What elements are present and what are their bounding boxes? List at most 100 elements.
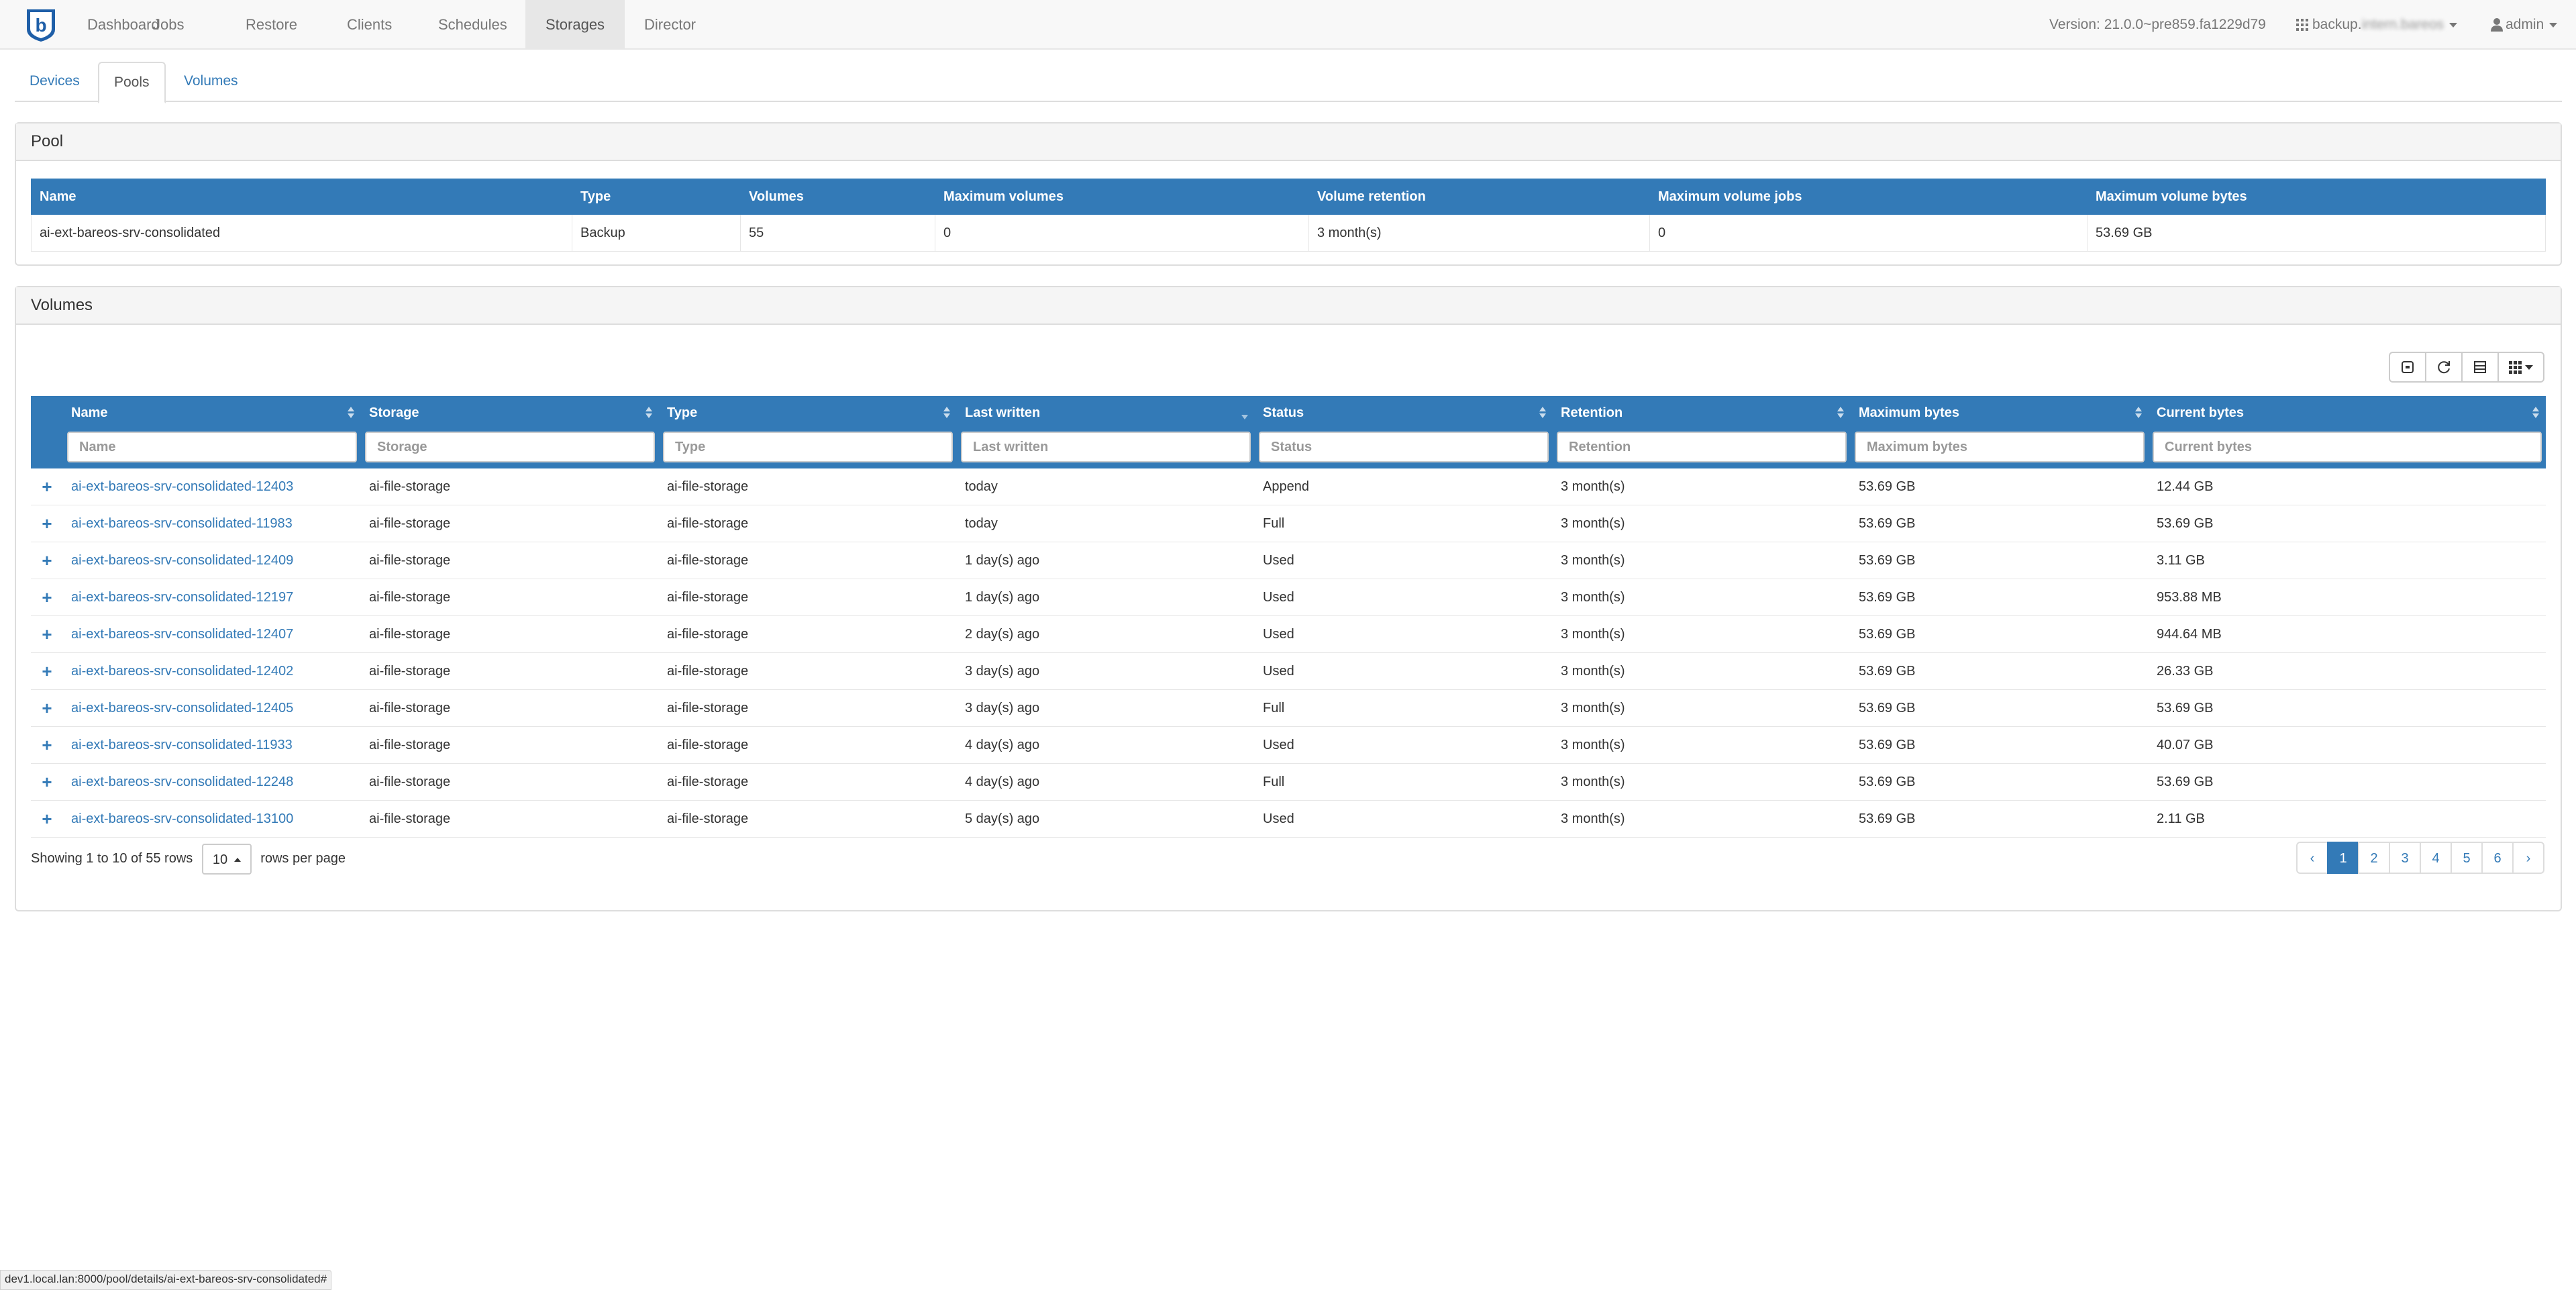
volume-link[interactable]: ai-ext-bareos-srv-consolidated-11933 [71,738,293,752]
volume-cell: 40.07 GB [2149,726,2546,764]
expand-cell[interactable]: + [31,542,63,579]
plus-icon[interactable]: + [42,513,52,534]
plus-icon[interactable]: + [42,477,52,497]
volumes-column-header[interactable]: Type [659,396,957,430]
tab-devices[interactable]: Devices [15,62,95,102]
volume-name-cell[interactable]: ai-ext-bareos-srv-consolidated-11983 [63,505,361,542]
volume-cell: 3 month(s) [1553,468,1851,505]
volume-name-cell[interactable]: ai-ext-bareos-srv-consolidated-12407 [63,615,361,653]
tab-volumes[interactable]: Volumes [169,62,253,102]
volume-cell: 3 month(s) [1553,579,1851,616]
expand-cell[interactable]: + [31,763,63,801]
plus-icon[interactable]: + [42,698,52,718]
plus-icon[interactable]: + [42,624,52,644]
expand-cell[interactable]: + [31,505,63,542]
volume-name-cell[interactable]: ai-ext-bareos-srv-consolidated-12405 [63,689,361,727]
volumes-column-header[interactable]: Status [1255,396,1553,430]
sort-icon[interactable] [2135,407,2142,419]
page-button[interactable]: 2 [2358,842,2390,874]
plus-icon[interactable]: + [42,587,52,607]
volume-link[interactable]: ai-ext-bareos-srv-consolidated-12409 [71,553,293,568]
plus-icon[interactable]: + [42,735,52,755]
nav-item-storages[interactable]: Storages [525,0,625,48]
toggle-pagination-button[interactable] [2389,352,2426,383]
user-menu[interactable]: admin [2491,0,2558,48]
volume-cell: 3 month(s) [1553,800,1851,838]
page-button[interactable]: 3 [2389,842,2421,874]
expand-cell[interactable]: + [31,689,63,727]
plus-icon[interactable]: + [42,550,52,570]
filter-input-status[interactable] [1259,432,1549,462]
sort-icon[interactable] [348,407,354,419]
expand-cell[interactable]: + [31,468,63,505]
expand-cell[interactable]: + [31,726,63,764]
volume-name-cell[interactable]: ai-ext-bareos-srv-consolidated-11933 [63,726,361,764]
page-button[interactable]: 4 [2420,842,2452,874]
volume-name-cell[interactable]: ai-ext-bareos-srv-consolidated-12403 [63,468,361,505]
volume-link[interactable]: ai-ext-bareos-srv-consolidated-12197 [71,590,293,605]
expand-cell[interactable]: + [31,615,63,653]
bareos-logo-icon[interactable]: b [24,7,58,43]
tab-pools[interactable]: Pools [98,62,166,103]
svg-text:b: b [35,15,46,36]
refresh-button[interactable] [2425,352,2463,383]
filter-input-storage[interactable] [365,432,655,462]
volume-link[interactable]: ai-ext-bareos-srv-consolidated-12405 [71,701,293,715]
sort-icon[interactable] [943,407,950,419]
volume-link[interactable]: ai-ext-bareos-srv-consolidated-11983 [71,516,293,531]
plus-icon[interactable]: + [42,809,52,829]
prev-page-button[interactable]: ‹ [2296,842,2328,874]
sort-icon[interactable] [646,407,652,419]
sort-icon[interactable] [1539,407,1546,419]
nav-item-jobs[interactable]: Jobs [133,0,204,48]
pool-row[interactable]: ai-ext-bareos-srv-consolidated Backup 55 0 3… [31,214,2546,252]
sort-icon[interactable] [2532,407,2539,419]
plus-icon[interactable]: + [42,772,52,792]
plus-icon[interactable]: + [42,661,52,681]
volume-name-cell[interactable]: ai-ext-bareos-srv-consolidated-12248 [63,763,361,801]
next-page-button[interactable]: › [2512,842,2544,874]
page-size-dropdown[interactable]: 10 [201,843,252,875]
sort-icon[interactable] [1241,407,1248,419]
volume-link[interactable]: ai-ext-bareos-srv-consolidated-12403 [71,479,293,494]
filter-input-current-bytes[interactable] [2153,432,2542,462]
nav-item-restore[interactable]: Restore [225,0,317,48]
nav-item-schedules[interactable]: Schedules [418,0,527,48]
filter-cell [1255,430,1553,468]
volumes-column-header[interactable]: Current bytes [2149,396,2546,430]
filter-input-name[interactable] [67,432,357,462]
expand-cell[interactable]: + [31,652,63,690]
filter-input-type[interactable] [663,432,953,462]
volumes-column-header[interactable]: Name [63,396,361,430]
nav-item-director[interactable]: Director [624,0,716,48]
toggle-view-button[interactable] [2461,352,2499,383]
volume-link[interactable]: ai-ext-bareos-srv-consolidated-12248 [71,775,293,789]
nav-item-clients[interactable]: Clients [327,0,412,48]
volume-cell: ai-file-storage [361,763,659,801]
pool-cell: 53.69 GB [2087,214,2546,252]
volume-name-cell[interactable]: ai-ext-bareos-srv-consolidated-12402 [63,652,361,690]
page-button[interactable]: 1 [2327,842,2359,874]
expand-cell[interactable]: + [31,579,63,616]
column-header-label: Type [667,405,698,420]
columns-button[interactable] [2497,352,2544,383]
filter-input-last-written[interactable] [961,432,1251,462]
volume-link[interactable]: ai-ext-bareos-srv-consolidated-13100 [71,811,293,826]
volume-link[interactable]: ai-ext-bareos-srv-consolidated-12402 [71,664,293,679]
expand-cell[interactable]: + [31,800,63,838]
volumes-column-header[interactable]: Storage [361,396,659,430]
volume-name-cell[interactable]: ai-ext-bareos-srv-consolidated-12409 [63,542,361,579]
sort-icon[interactable] [1837,407,1844,419]
filter-input-retention[interactable] [1557,432,1847,462]
director-menu[interactable]: backup.intern.bareos [2296,0,2458,48]
expand-filter-cell [31,430,63,468]
volumes-column-header[interactable]: Retention [1553,396,1851,430]
page-button[interactable]: 6 [2481,842,2514,874]
volumes-column-header[interactable]: Maximum bytes [1851,396,2149,430]
volume-link[interactable]: ai-ext-bareos-srv-consolidated-12407 [71,627,293,642]
volume-name-cell[interactable]: ai-ext-bareos-srv-consolidated-12197 [63,579,361,616]
filter-input-maximum-bytes[interactable] [1855,432,2145,462]
volume-name-cell[interactable]: ai-ext-bareos-srv-consolidated-13100 [63,800,361,838]
volumes-column-header[interactable]: Last written [957,396,1255,430]
page-button[interactable]: 5 [2451,842,2483,874]
